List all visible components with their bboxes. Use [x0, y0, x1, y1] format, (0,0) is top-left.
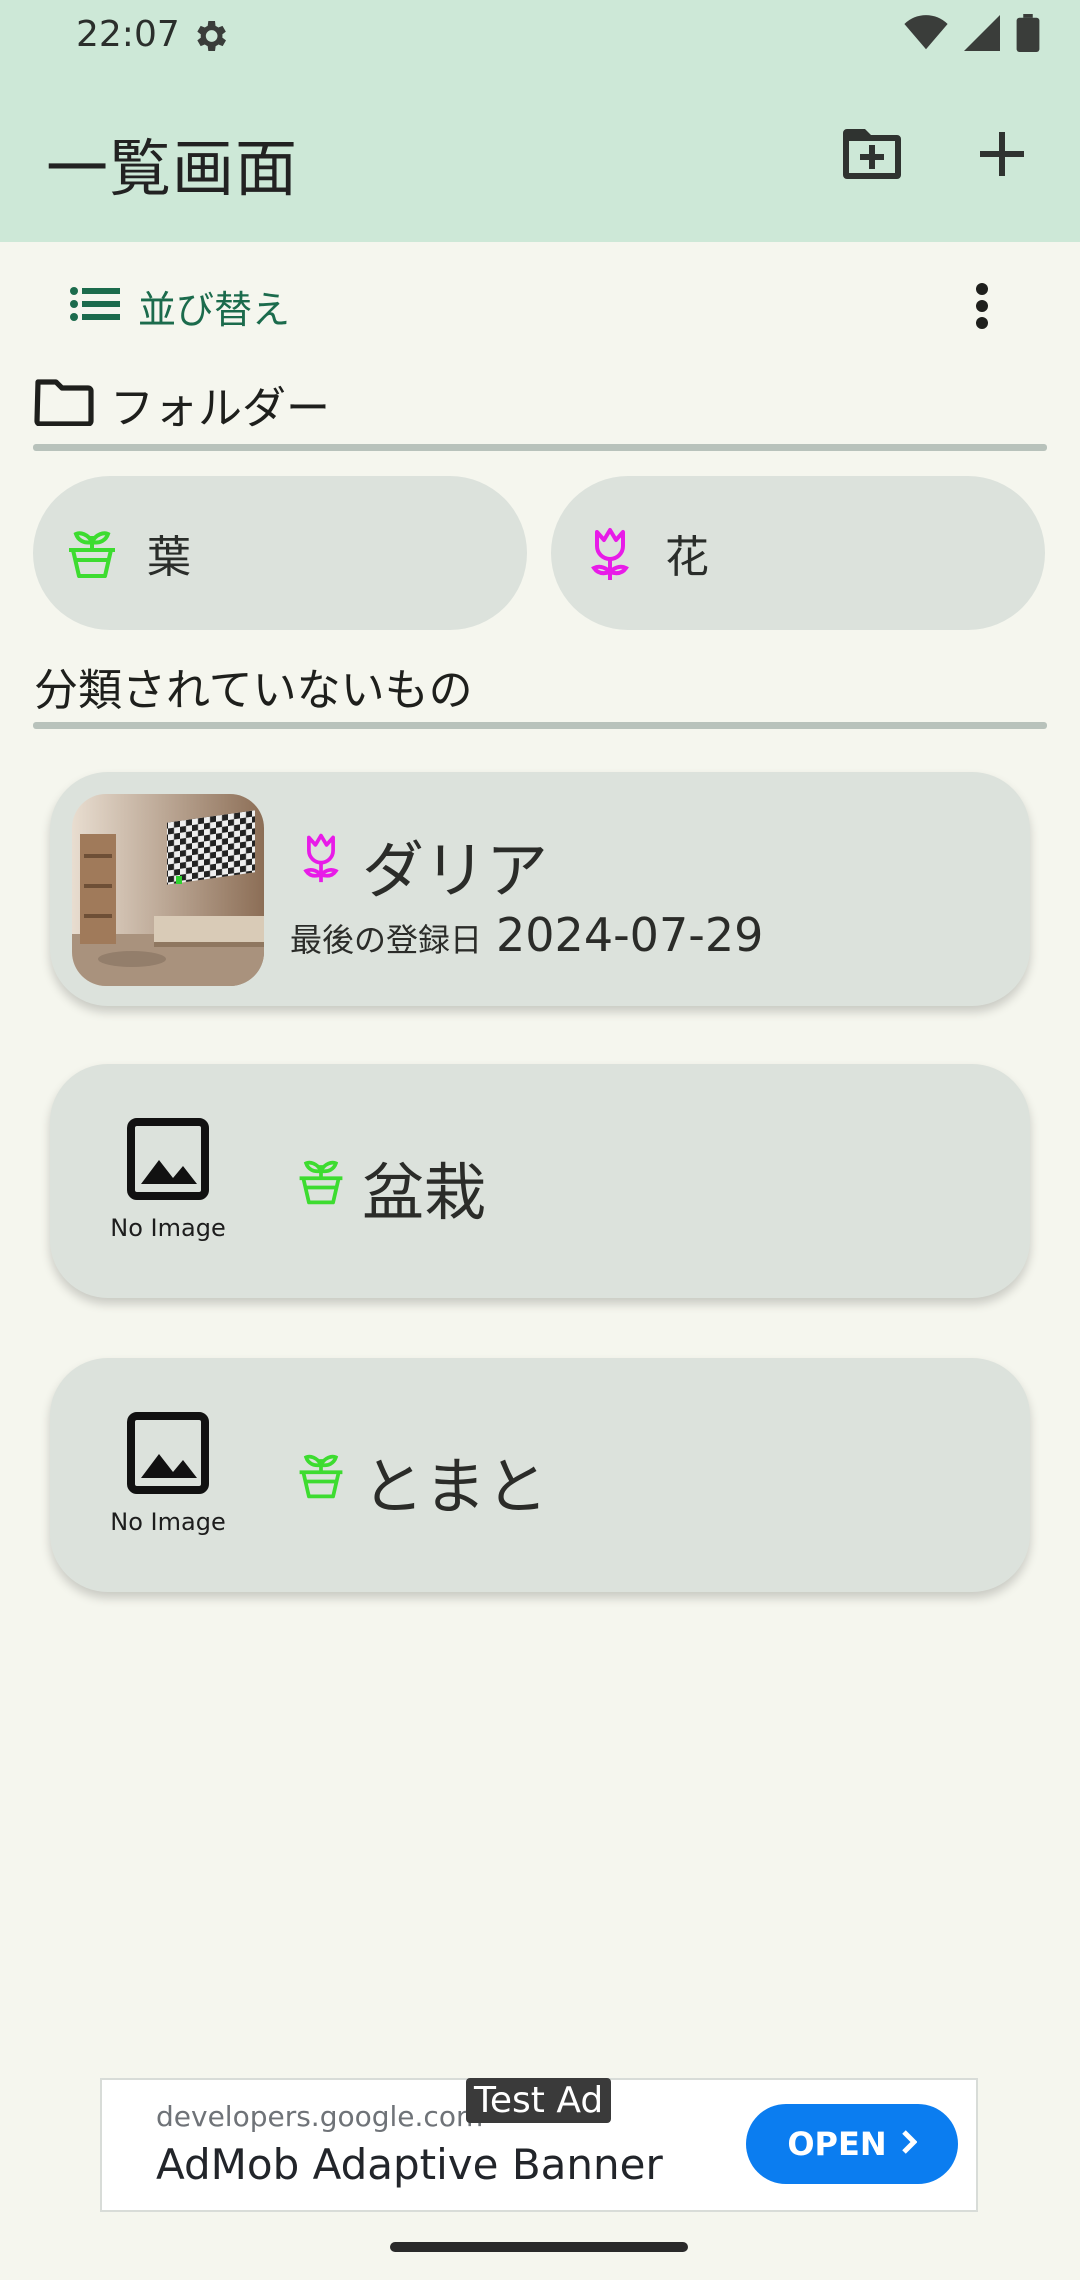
plant-name: ダリア	[362, 834, 549, 907]
folder-section-header: フォルダー	[34, 372, 330, 436]
ad-open-button[interactable]: OPEN	[746, 2104, 958, 2184]
ad-domain: developers.google.com	[156, 2100, 484, 2133]
ad-banner[interactable]: developers.google.com Test Ad AdMob Adap…	[100, 2078, 978, 2212]
no-image-label: No Image	[110, 1214, 226, 1242]
folder-section-title: フォルダー	[110, 383, 330, 434]
folder-label: 花	[665, 532, 709, 583]
folder-item-leaf[interactable]: 葉	[33, 476, 527, 630]
last-registered-row: 最後の登録日 2024-07-29	[290, 908, 763, 962]
plant-card[interactable]: No Image 盆栽	[50, 1064, 1030, 1298]
signal-icon	[964, 15, 1000, 51]
list-icon	[70, 287, 120, 325]
section-divider	[33, 722, 1047, 729]
ad-title: AdMob Adaptive Banner	[156, 2140, 663, 2189]
no-image-placeholder: No Image	[72, 1084, 264, 1276]
list-screen: 22:07 一覧画面 並び替え フォルダー 葉 花 分類されていないもの ダリア…	[0, 0, 1080, 2280]
folder-item-flower[interactable]: 花	[551, 476, 1045, 630]
folder-icon	[34, 378, 94, 430]
plant-name: とまと	[362, 1450, 549, 1523]
sort-button[interactable]: 並び替え	[70, 274, 290, 338]
add-plant-button[interactable]	[966, 120, 1038, 192]
seedling-pot-icon	[63, 524, 121, 582]
page-title: 一覧画面	[46, 132, 299, 205]
no-image-label: No Image	[110, 1508, 226, 1536]
section-divider	[33, 444, 1047, 451]
settings-status-icon	[190, 16, 230, 56]
tulip-icon	[294, 830, 348, 884]
seedling-pot-icon	[294, 1154, 348, 1208]
status-icons	[904, 14, 1040, 52]
no-image-placeholder: No Image	[72, 1378, 264, 1570]
tulip-icon	[581, 524, 639, 582]
app-bar: 22:07 一覧画面	[0, 0, 1080, 242]
folder-label: 葉	[147, 532, 191, 583]
last-registered-label: 最後の登録日	[290, 921, 483, 959]
chevron-right-icon	[901, 2125, 918, 2163]
new-folder-button[interactable]	[836, 120, 908, 192]
plant-card[interactable]: No Image とまと	[50, 1358, 1030, 1592]
uncategorized-section-title: 分類されていないもの	[34, 665, 473, 716]
uncategorized-section-header: 分類されていないもの	[34, 654, 473, 718]
seedling-pot-icon	[294, 1448, 348, 1502]
plant-card[interactable]: ダリア 最後の登録日 2024-07-29	[50, 772, 1030, 1006]
wifi-icon	[904, 15, 948, 51]
plus-icon	[980, 132, 1024, 180]
plant-name: 盆栽	[362, 1156, 487, 1229]
more-vert-icon	[975, 283, 989, 333]
more-options-button[interactable]	[952, 272, 1012, 344]
last-registered-date: 2024-07-29	[496, 908, 764, 962]
image-icon	[127, 1118, 209, 1204]
status-time: 22:07	[76, 14, 180, 55]
battery-icon	[1016, 14, 1040, 52]
create-folder-icon	[843, 129, 901, 183]
image-icon	[127, 1412, 209, 1498]
gesture-nav-handle[interactable]	[390, 2242, 688, 2252]
sort-label: 並び替え	[138, 287, 291, 332]
plant-photo	[72, 794, 264, 986]
test-ad-badge: Test Ad	[466, 2078, 612, 2123]
ad-open-label: OPEN	[787, 2125, 887, 2163]
